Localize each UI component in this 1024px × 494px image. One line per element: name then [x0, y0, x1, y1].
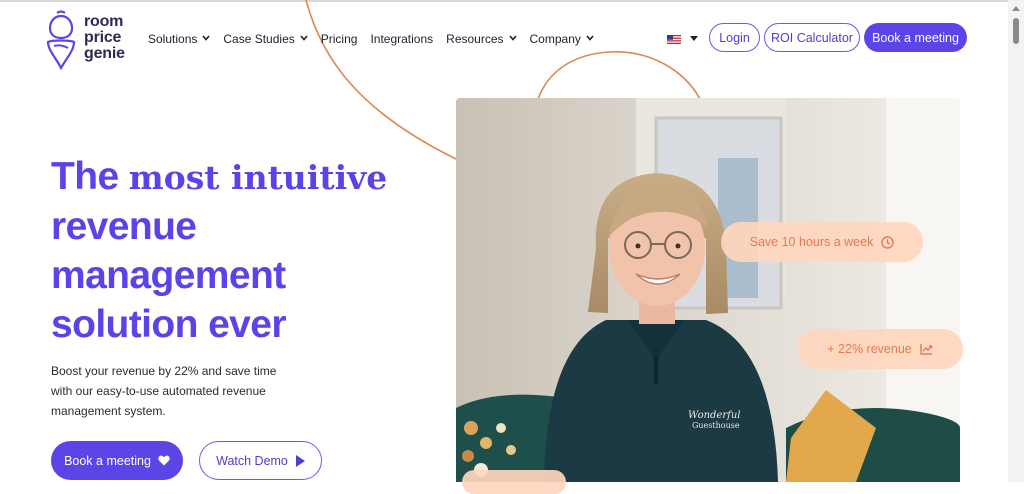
nav-pricing[interactable]: Pricing [321, 32, 358, 46]
headline-line-4: solution ever [51, 303, 287, 346]
brand-wordmark: room price genie [84, 14, 125, 62]
watch-demo-label: Watch Demo [216, 453, 288, 468]
brand-line-1: room [84, 13, 124, 30]
nav-company[interactable]: Company [530, 32, 594, 46]
main-nav: Solutions Case Studies Pricing Integrati… [148, 32, 607, 46]
save-hours-label: Save 10 hours a week [749, 235, 874, 249]
book-meeting-label: Book a meeting [64, 453, 151, 468]
revenue-label: + 22% revenue [827, 342, 912, 356]
language-dropdown-icon[interactable] [690, 36, 698, 41]
chevron-down-icon [586, 35, 594, 41]
roi-calculator-button[interactable]: ROI Calculator [764, 23, 860, 52]
nav-resources-label: Resources [446, 32, 504, 46]
chevron-down-icon [508, 35, 517, 41]
brand-line-3: genie [84, 45, 125, 62]
chevron-down-icon [202, 35, 210, 41]
nav-solutions[interactable]: Solutions [148, 32, 210, 46]
nav-pricing-label: Pricing [320, 32, 358, 46]
genie-logo-icon [46, 10, 76, 70]
login-button[interactable]: Login [709, 23, 760, 52]
headline-line-3: management [51, 254, 286, 297]
chart-up-icon [920, 344, 932, 355]
book-meeting-button-header[interactable]: Book a meeting [864, 23, 967, 52]
headline-line-2: revenue [51, 205, 197, 248]
partial-badge [462, 470, 566, 494]
book-meeting-button-hero[interactable]: Book a meeting [51, 441, 183, 480]
heart-icon [158, 455, 170, 466]
nav-case-studies[interactable]: Case Studies [223, 32, 308, 46]
clock-icon [881, 235, 895, 249]
page-scrollbar[interactable] [1008, 0, 1024, 482]
headline-the: The [51, 155, 119, 198]
hero-headline: The most intuitive revenue management so… [51, 152, 441, 349]
hero-subtext: Boost your revenue by 22% and save time … [51, 364, 277, 418]
headline-most-intuitive: most intuitive [128, 158, 388, 197]
scrollbar-thumb[interactable] [1013, 18, 1019, 44]
svg-text:Wonderful: Wonderful [688, 410, 741, 421]
hero-photo: Wonderful Guesthouse [456, 98, 960, 482]
nav-integrations[interactable]: Integrations [370, 32, 433, 46]
save-hours-badge: Save 10 hours a week [721, 222, 923, 262]
nav-solutions-label: Solutions [148, 32, 198, 46]
nav-case-studies-label: Case Studies [223, 32, 295, 46]
play-icon [295, 454, 305, 467]
nav-company-label: Company [529, 32, 581, 46]
revenue-badge: + 22% revenue [797, 329, 963, 369]
svg-text:Guesthouse: Guesthouse [692, 421, 740, 430]
hero-photo-illustration: Wonderful Guesthouse [456, 98, 960, 482]
brand-logo[interactable]: room price genie [44, 10, 154, 70]
scroll-up-arrow-icon[interactable] [1012, 6, 1020, 11]
nav-resources[interactable]: Resources [446, 32, 517, 46]
chevron-down-icon [300, 35, 308, 41]
brand-line-2: price [84, 29, 122, 46]
watch-demo-button[interactable]: Watch Demo [199, 441, 322, 480]
nav-integrations-label: Integrations [370, 32, 434, 46]
us-flag-icon[interactable] [667, 35, 681, 44]
